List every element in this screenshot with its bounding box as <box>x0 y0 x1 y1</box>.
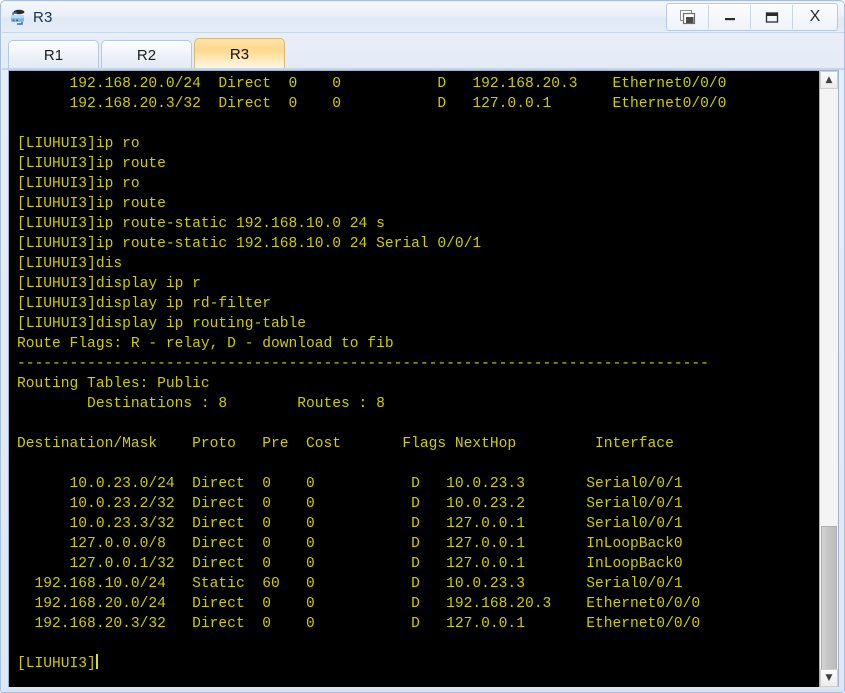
maximize-button[interactable] <box>751 5 793 29</box>
scrollbar-up-button[interactable]: ▲ <box>820 71 838 89</box>
terminal-line: [LIUHUI3]display ip r <box>17 276 201 292</box>
terminal-line: [LIUHUI3]ip route <box>17 156 166 172</box>
terminal-line: 10.0.23.0/24 Direct 0 0 D 10.0.23.3 Seri… <box>17 476 683 492</box>
terminal-line: [LIUHUI3]dis <box>17 256 123 272</box>
restore-windows-button[interactable] <box>667 5 709 29</box>
restore-windows-icon <box>679 10 695 25</box>
tab-r3[interactable]: R3 <box>194 38 285 70</box>
terminal-line: Destinations : 8 Routes : 8 <box>17 396 385 412</box>
terminal-line: 10.0.23.3/32 Direct 0 0 D 127.0.0.1 Seri… <box>17 516 683 532</box>
terminal-line: Destination/Mask Proto Pre Cost Flags Ne… <box>17 436 674 452</box>
window-bottom-strip <box>2 687 844 692</box>
tab-r2-label: R2 <box>136 47 157 64</box>
terminal-line: 192.168.20.3/32 Direct 0 0 D 127.0.0.1 E… <box>17 616 701 632</box>
scrollbar-down-button[interactable]: ▼ <box>820 669 838 687</box>
tab-r1[interactable]: R1 <box>8 40 99 70</box>
terminal-window: R3 X R1 R2 R3 192.168.20.0/24 Direct 0 0… <box>0 0 845 693</box>
maximize-icon <box>765 12 778 23</box>
terminal-prompt: [LIUHUI3] <box>17 656 96 672</box>
tab-r2[interactable]: R2 <box>101 40 192 70</box>
terminal-line: 127.0.0.0/8 Direct 0 0 D 127.0.0.1 InLoo… <box>17 536 683 552</box>
terminal-line: 192.168.20.3/32 Direct 0 0 D 127.0.0.1 E… <box>17 96 727 112</box>
terminal-panel: 192.168.20.0/24 Direct 0 0 D 192.168.20.… <box>8 70 839 688</box>
minimize-icon <box>724 18 735 21</box>
scrollbar-thumb[interactable] <box>821 526 837 676</box>
terminal-line: Route Flags: R - relay, D - download to … <box>17 336 394 352</box>
scrollbar-track[interactable] <box>820 89 838 676</box>
terminal-line: 10.0.23.2/32 Direct 0 0 D 10.0.23.2 Seri… <box>17 496 683 512</box>
terminal-line: [LIUHUI3]ip route-static 192.168.10.0 24… <box>17 216 385 232</box>
window-controls: X <box>666 3 838 31</box>
terminal-line: 127.0.0.1/32 Direct 0 0 D 127.0.0.1 InLo… <box>17 556 683 572</box>
tab-list: R1 R2 R3 <box>8 38 287 70</box>
terminal-line: 192.168.20.0/24 Direct 0 0 D 192.168.20.… <box>17 596 701 612</box>
terminal-line: [LIUHUI3]ip ro <box>17 176 140 192</box>
terminal-line: [LIUHUI3]display ip routing-table <box>17 316 307 332</box>
window-title: R3 <box>33 8 53 26</box>
terminal-line: [LIUHUI3]ip route-static 192.168.10.0 24… <box>17 236 482 252</box>
terminal-line: 192.168.20.0/24 Direct 0 0 D 192.168.20.… <box>17 76 727 92</box>
terminal-line: [LIUHUI3]ip ro <box>17 136 140 152</box>
close-icon: X <box>809 8 821 25</box>
terminal-output[interactable]: 192.168.20.0/24 Direct 0 0 D 192.168.20.… <box>9 71 819 687</box>
tab-bar: R1 R2 R3 <box>2 33 844 70</box>
close-button[interactable]: X <box>793 5 837 29</box>
terminal-line: ----------------------------------------… <box>17 356 709 372</box>
minimize-button[interactable] <box>709 5 751 29</box>
terminal-line: [LIUHUI3]ip route <box>17 196 166 212</box>
chevron-down-icon: ▼ <box>825 672 833 683</box>
tab-r1-label: R1 <box>43 47 64 64</box>
terminal-cursor <box>95 654 98 669</box>
title-bar: R3 X <box>2 2 844 33</box>
terminal-line: 192.168.10.0/24 Static 60 0 D 10.0.23.3 … <box>17 576 683 592</box>
terminal-prompt-line[interactable]: [LIUHUI3] <box>17 654 819 674</box>
router-icon <box>11 9 25 25</box>
chevron-up-icon: ▲ <box>825 74 833 85</box>
tab-r3-label: R3 <box>229 46 250 63</box>
terminal-line: [LIUHUI3]display ip rd-filter <box>17 296 271 312</box>
terminal-line: Routing Tables: Public <box>17 376 210 392</box>
terminal-scrollbar[interactable]: ▲ ▼ <box>819 71 839 687</box>
